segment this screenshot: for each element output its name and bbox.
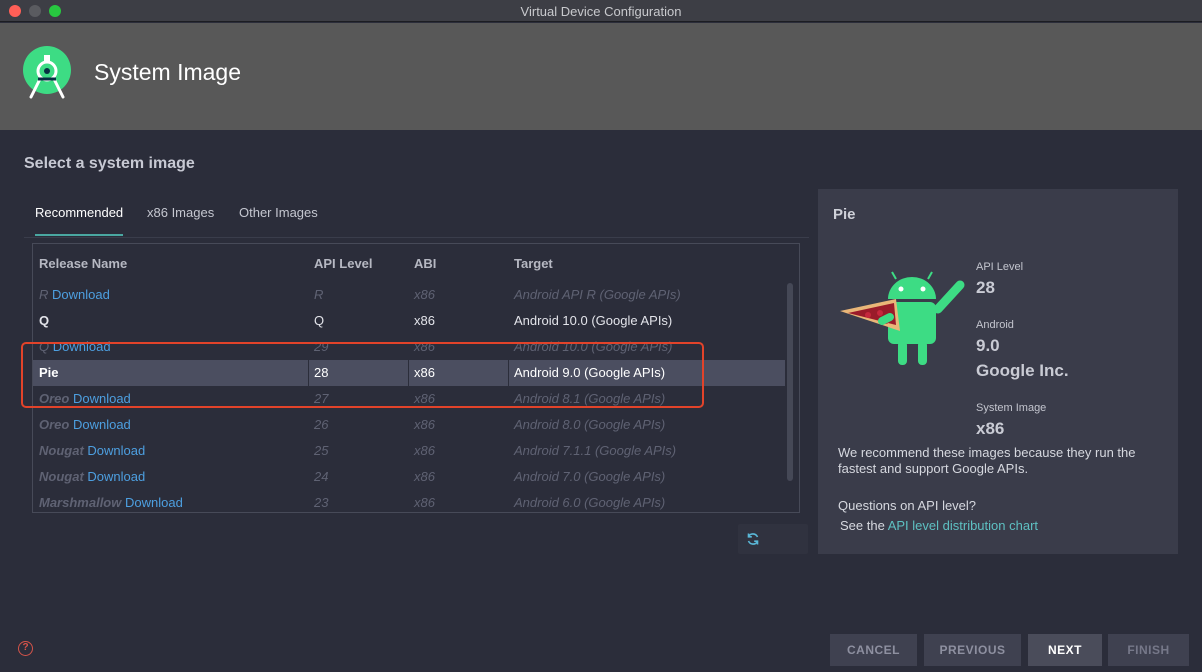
cancel-button[interactable]: CANCEL xyxy=(830,634,917,666)
release-name: Oreo xyxy=(39,417,70,432)
system-image-label: System Image xyxy=(976,402,1047,414)
download-link[interactable]: Download xyxy=(73,417,131,432)
release-name: Q xyxy=(39,313,50,328)
api-level-hint: See the API level distribution chart xyxy=(840,518,1038,533)
wizard-header: System Image xyxy=(0,23,1202,130)
android-label: Android xyxy=(976,319,1014,331)
previous-button[interactable]: PREVIOUS xyxy=(924,634,1021,666)
highlight-annotation xyxy=(21,342,704,408)
image-tabs: Recommended x86 Images Other Images xyxy=(24,198,809,238)
abi: x86 xyxy=(414,417,435,432)
target: Android 6.0 (Google APIs) xyxy=(514,495,666,510)
download-link[interactable]: Download xyxy=(87,469,145,484)
details-title: Pie xyxy=(833,206,856,223)
release-name: Marshmallow xyxy=(39,495,122,510)
abi: x86 xyxy=(414,287,435,302)
tab-other-images[interactable]: Other Images xyxy=(239,198,318,236)
see-prefix: See the xyxy=(840,518,888,533)
abi: x86 xyxy=(414,469,435,484)
image-details-panel: Pie API Level 28 Android 9.0 Google Inc.… xyxy=(818,189,1178,554)
api-level-question: Questions on API level? xyxy=(838,498,977,513)
section-subtitle: Select a system image xyxy=(24,155,195,172)
table-header: Release Name API Level ABI Target xyxy=(33,244,799,284)
release-name: Nougat xyxy=(39,443,84,458)
column-header-api-level[interactable]: API Level xyxy=(314,256,373,271)
refresh-button[interactable] xyxy=(738,524,808,554)
api-level-chart-link[interactable]: API level distribution chart xyxy=(888,518,1038,533)
table-row[interactable]: Nougat Download 25 x86 Android 7.1.1 (Go… xyxy=(33,438,785,464)
target: Android 7.0 (Google APIs) xyxy=(514,469,666,484)
table-row[interactable]: Oreo Download 26 x86 Android 8.0 (Google… xyxy=(33,412,785,438)
table-scrollbar[interactable] xyxy=(787,283,793,481)
next-button[interactable]: NEXT xyxy=(1028,634,1102,666)
table-row[interactable]: Q Q x86 Android 10.0 (Google APIs) xyxy=(33,308,785,334)
android-pie-mascot-icon xyxy=(840,271,965,365)
api-level: R xyxy=(314,287,324,302)
target: Android API R (Google APIs) xyxy=(514,287,681,302)
table-row[interactable]: Nougat Download 24 x86 Android 7.0 (Goog… xyxy=(33,464,785,490)
download-link[interactable]: Download xyxy=(52,287,110,302)
target: Android 8.0 (Google APIs) xyxy=(514,417,666,432)
refresh-icon xyxy=(747,533,759,545)
target: Android 7.1.1 (Google APIs) xyxy=(514,443,677,458)
abi: x86 xyxy=(414,443,435,458)
api-level: 23 xyxy=(314,495,329,510)
tab-recommended[interactable]: Recommended xyxy=(35,198,124,236)
api-level-value: 28 xyxy=(976,278,995,297)
abi: x86 xyxy=(414,313,435,328)
system-image-value: x86 xyxy=(976,419,1005,438)
download-link[interactable]: Download xyxy=(125,495,183,510)
api-level: 26 xyxy=(314,417,329,432)
window-title: Virtual Device Configuration xyxy=(520,4,682,19)
android-version-value: 9.0 xyxy=(976,336,1000,355)
window-titlebar: Virtual Device Configuration xyxy=(0,0,1202,22)
finish-button[interactable]: FINISH xyxy=(1108,634,1189,666)
release-name: Nougat xyxy=(39,469,84,484)
abi: x86 xyxy=(414,495,435,510)
release-name: R xyxy=(39,287,49,302)
table-row[interactable]: Marshmallow Download 23 x86 Android 6.0 … xyxy=(33,490,785,512)
api-level: Q xyxy=(314,313,325,328)
download-link[interactable]: Download xyxy=(87,443,145,458)
column-header-target[interactable]: Target xyxy=(514,256,553,271)
table-row[interactable]: R Download R x86 Android API R (Google A… xyxy=(33,282,785,308)
api-level-label: API Level xyxy=(976,261,1024,273)
tab-x86-images[interactable]: x86 Images xyxy=(147,198,214,236)
android-studio-logo-icon xyxy=(23,46,71,99)
recommendation-text: We recommend these images because they r… xyxy=(838,445,1136,476)
target: Android 10.0 (Google APIs) xyxy=(514,313,673,328)
api-level: 24 xyxy=(314,469,329,484)
help-icon: ? xyxy=(22,642,29,653)
column-header-abi[interactable]: ABI xyxy=(414,256,436,271)
column-header-release-name[interactable]: Release Name xyxy=(39,256,127,271)
vendor-value: Google Inc. xyxy=(976,361,1069,380)
api-level: 25 xyxy=(314,443,329,458)
help-button[interactable]: ? xyxy=(18,641,33,656)
page-title: System Image xyxy=(94,59,241,85)
